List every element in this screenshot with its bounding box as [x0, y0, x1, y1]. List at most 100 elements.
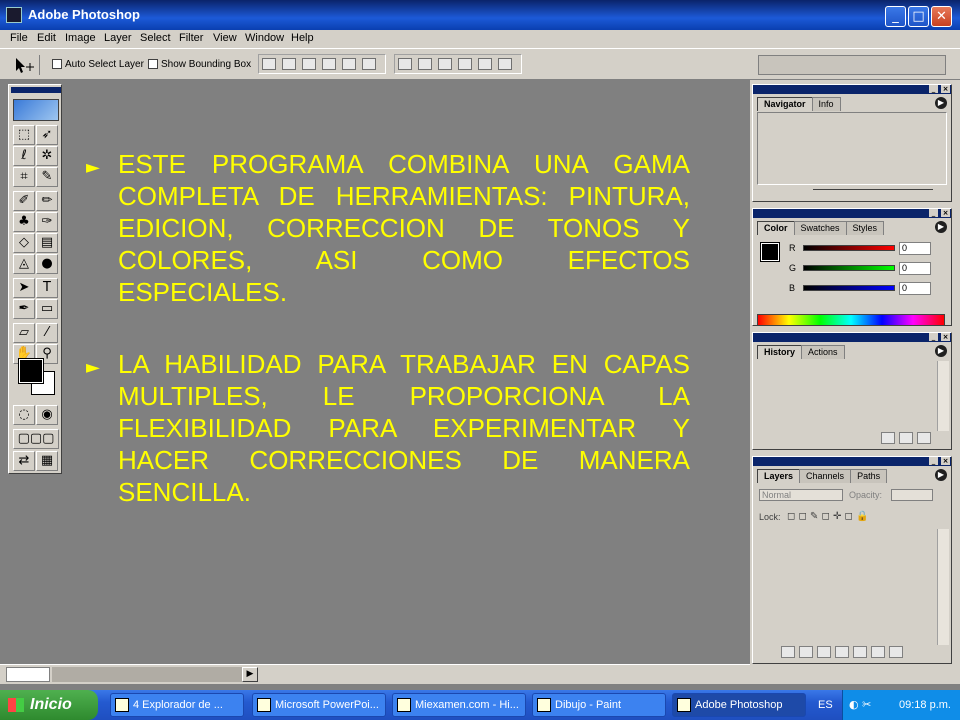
menu-file[interactable]: File	[10, 32, 28, 44]
lasso-tool-icon[interactable]: ℓ	[13, 146, 35, 166]
auto-select-checkbox[interactable]	[52, 59, 62, 69]
bounding-box-checkbox[interactable]	[148, 59, 158, 69]
taskbar-item-powerpoint[interactable]: Microsoft PowerPoi...	[252, 693, 386, 717]
menu-view[interactable]: View	[213, 32, 237, 44]
tab-info[interactable]: Info	[811, 97, 841, 111]
move-tool-button-icon[interactable]: ➶	[36, 125, 58, 145]
screen-mode-icons[interactable]: ▢▢▢	[13, 429, 59, 449]
opacity-field[interactable]	[891, 489, 933, 501]
folder-icon	[115, 698, 129, 712]
tab-layers[interactable]: Layers	[757, 469, 801, 483]
blur-tool-icon[interactable]: ◬	[13, 254, 35, 274]
move-tool-icon[interactable]	[8, 55, 40, 75]
palette-menu-icon[interactable]: ▶	[935, 97, 947, 109]
brush-tool-icon[interactable]: ✏	[36, 191, 58, 211]
lock-options-icons[interactable]: ◻ ◻ ✎ ◻ ✛ ◻ 🔒	[787, 511, 868, 522]
taskbar-item-browser[interactable]: Miexamen.com - Hi...	[392, 693, 526, 717]
notes-tool-icon[interactable]: ▱	[13, 323, 35, 343]
maximize-button[interactable]: □	[908, 6, 929, 27]
healing-brush-icon[interactable]: ✐	[13, 191, 35, 211]
menu-select[interactable]: Select	[140, 32, 171, 44]
zoom-field[interactable]	[6, 667, 50, 682]
distribute-buttons[interactable]	[394, 54, 522, 74]
blend-mode-select[interactable]: Normal	[759, 489, 843, 501]
tab-history[interactable]: History	[757, 345, 803, 359]
shape-tool-icon[interactable]: ▭	[36, 299, 58, 319]
scroll-right-icon[interactable]: ▶	[242, 667, 258, 682]
language-indicator[interactable]: ES	[818, 699, 833, 711]
bullet-text: LA HABILIDAD PARA TRABAJAR EN CAPAS MULT…	[118, 349, 690, 507]
taskbar: Inicio 4 Explorador de ... Microsoft Pow…	[0, 690, 960, 720]
color-value-r[interactable]: 0	[899, 242, 931, 255]
color-foreground-swatch[interactable]	[760, 242, 780, 262]
marquee-tool-icon[interactable]: ⬚	[13, 125, 35, 145]
taskbar-item-explorer[interactable]: 4 Explorador de ...	[110, 693, 244, 717]
layers-footer-buttons[interactable]	[777, 646, 903, 660]
clone-stamp-icon[interactable]: ♣	[13, 212, 35, 232]
bullet-arrow-icon: ►	[86, 357, 100, 378]
powerpoint-icon	[257, 698, 271, 712]
imageready-icon[interactable]: ▦	[36, 451, 58, 471]
palette-caption: _ ×	[753, 457, 951, 466]
navigator-palette: _ × Navigator Info ▶	[752, 84, 952, 202]
taskbar-item-paint[interactable]: Dibujo - Paint	[532, 693, 666, 717]
palette-caption: _ ×	[753, 209, 951, 218]
dodge-tool-icon[interactable]: ●	[36, 254, 58, 274]
menu-edit[interactable]: Edit	[37, 32, 56, 44]
slice-tool-icon[interactable]: ✎	[36, 167, 58, 187]
layers-scrollbar[interactable]	[937, 529, 949, 645]
palette-menu-icon[interactable]: ▶	[935, 345, 947, 357]
history-brush-icon[interactable]: ✑	[36, 212, 58, 232]
tab-styles[interactable]: Styles	[845, 221, 885, 235]
menu-window[interactable]: Window	[245, 32, 284, 44]
tab-channels[interactable]: Channels	[799, 469, 852, 483]
taskbar-item-photoshop[interactable]: Adobe Photoshop	[672, 693, 806, 717]
bullet-item: ► LA HABILIDAD PARA TRABAJAR EN CAPAS MU…	[86, 348, 690, 508]
system-tray: ◐ ✂ 09:18 p.m.	[842, 690, 960, 720]
status-track	[52, 667, 242, 682]
palette-menu-icon[interactable]: ▶	[935, 221, 947, 233]
tab-swatches[interactable]: Swatches	[793, 221, 847, 235]
photoshop-icon	[677, 698, 691, 712]
gradient-tool-icon[interactable]: ▤	[36, 233, 58, 253]
tab-actions[interactable]: Actions	[801, 345, 845, 359]
history-footer-buttons[interactable]	[877, 432, 931, 446]
path-select-icon[interactable]: ➤	[13, 278, 35, 298]
align-buttons[interactable]	[258, 54, 386, 74]
palette-well[interactable]	[758, 55, 946, 75]
color-swatches[interactable]	[18, 358, 59, 399]
tab-color[interactable]: Color	[757, 221, 795, 235]
menu-help[interactable]: Help	[291, 32, 314, 44]
type-tool-icon[interactable]: T	[36, 278, 58, 298]
adobe-logo-icon[interactable]	[13, 99, 59, 121]
quick-mask-icon[interactable]: ◉	[36, 405, 58, 425]
tab-navigator[interactable]: Navigator	[757, 97, 813, 111]
minimize-button[interactable]: _	[885, 6, 906, 27]
eraser-tool-icon[interactable]: ◇	[13, 233, 35, 253]
navigator-preview	[757, 112, 947, 185]
color-value-g[interactable]: 0	[899, 262, 931, 275]
color-spectrum[interactable]	[757, 314, 945, 326]
toolbox: ⬚ ➶ ℓ ✲ ⌗ ✎ ✐ ✏ ♣ ✑ ◇ ▤ ◬ ● ➤ T ✒ ▭ ▱ ⁄ …	[8, 84, 62, 474]
pen-tool-icon[interactable]: ✒	[13, 299, 35, 319]
start-button[interactable]: Inicio	[0, 690, 98, 720]
standard-mode-icon[interactable]: ◌	[13, 405, 35, 425]
crop-tool-icon[interactable]: ⌗	[13, 167, 35, 187]
palette-caption: _ ×	[753, 85, 951, 94]
bullet-item: ► ESTE PROGRAMA COMBINA UNA GAMA COMPLET…	[86, 148, 690, 308]
eyedropper-icon[interactable]: ⁄	[36, 323, 58, 343]
palette-menu-icon[interactable]: ▶	[935, 469, 947, 481]
menu-layer[interactable]: Layer	[104, 32, 132, 44]
navigator-zoom-slider[interactable]	[813, 189, 933, 198]
menu-filter[interactable]: Filter	[179, 32, 203, 44]
history-scrollbar[interactable]	[937, 361, 949, 431]
browser-icon	[397, 698, 411, 712]
tray-icons[interactable]: ◐ ✂	[849, 698, 871, 711]
jump-to-imageready-icon[interactable]: ⇄	[13, 451, 35, 471]
menu-image[interactable]: Image	[65, 32, 96, 44]
tab-paths[interactable]: Paths	[850, 469, 888, 483]
foreground-color-swatch[interactable]	[18, 358, 44, 384]
close-button[interactable]: ✕	[931, 6, 952, 27]
color-value-b[interactable]: 0	[899, 282, 931, 295]
magic-wand-icon[interactable]: ✲	[36, 146, 58, 166]
